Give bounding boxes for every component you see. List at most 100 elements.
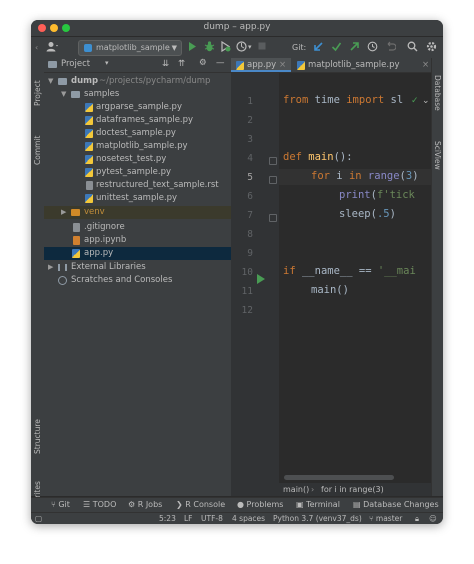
commit-tool-tab[interactable]: Commit	[33, 136, 42, 165]
breadcrumb: main() › for i in range(3)	[279, 483, 431, 496]
r-jobs-tool-button[interactable]: ⚙ R Jobs	[128, 500, 162, 509]
cursor-position[interactable]: 5:23	[159, 514, 176, 523]
problems-tool-button[interactable]: ● Problems	[237, 500, 283, 509]
right-tool-strip: Database SciView	[431, 58, 443, 496]
python-file-icon	[85, 155, 93, 164]
line-number: 11	[241, 286, 253, 297]
structure-tool-tab[interactable]: Structure	[33, 419, 42, 454]
history-icon[interactable]	[367, 41, 378, 54]
breadcrumb-item[interactable]: main()	[283, 483, 309, 496]
tree-item-file[interactable]: unittest_sample.py	[44, 192, 231, 205]
code-line-10: if __name__ == '__mai	[283, 265, 416, 277]
tree-item-file[interactable]: .gitignore	[44, 221, 231, 234]
code-editor[interactable]: ✓ ⌄ from time import sl def main(): for …	[279, 73, 431, 496]
tree-item-venv[interactable]: ▶ venv	[44, 206, 231, 219]
fold-marker-icon[interactable]	[269, 157, 277, 165]
sciview-tool-tab[interactable]: SciView	[433, 141, 442, 170]
status-bar: ▢ 5:23 LF UTF-8 4 spaces Python 3.7 (ven…	[31, 512, 443, 524]
tab-label: matplotlib_sample.py	[308, 60, 400, 70]
project-tree: ▼ dump ~/projects/pycharm/dump ▼ samples…	[44, 73, 231, 496]
chevron-down-icon[interactable]: ▼	[61, 88, 66, 101]
collapse-all-icon[interactable]: ⇈	[178, 59, 185, 69]
coverage-icon[interactable]	[220, 40, 231, 54]
file-encoding[interactable]: UTF-8	[201, 514, 223, 523]
tree-item-file[interactable]: app.ipynb	[44, 234, 231, 247]
event-log-icon[interactable]: ☺	[429, 514, 437, 523]
scratches-icon	[58, 276, 67, 285]
file-label: nosetest_test.py	[96, 154, 167, 164]
project-tool-tab[interactable]: Project	[33, 80, 42, 106]
chevron-right-icon[interactable]: ▶	[61, 206, 66, 219]
r-console-tool-button[interactable]: ❯ R Console	[176, 500, 225, 509]
tree-item-scratches[interactable]: Scratches and Consoles	[44, 274, 231, 287]
close-tab-icon[interactable]: ×	[279, 58, 286, 72]
tree-item-dump-root[interactable]: ▼ dump ~/projects/pycharm/dump	[44, 75, 231, 88]
tree-item-file-selected[interactable]: app.py	[44, 247, 231, 260]
user-icon[interactable]	[46, 41, 58, 54]
gear-icon[interactable]: ⚙	[199, 58, 207, 68]
lock-icon[interactable]: 🔒︎	[415, 514, 419, 524]
tree-item-file[interactable]: pytest_sample.py	[44, 166, 231, 179]
python-file-icon	[297, 61, 305, 70]
more-run-options-icon[interactable]: ▾	[248, 41, 252, 54]
breadcrumb-item[interactable]: for i in range(3)	[321, 483, 384, 496]
tree-item-file[interactable]: dataframes_sample.py	[44, 114, 231, 127]
tab-app-py[interactable]: app.py ×	[231, 58, 291, 72]
git-commit-icon[interactable]	[331, 41, 342, 54]
tree-item-file[interactable]: restructured_text_sample.rst	[44, 179, 231, 192]
tree-item-file[interactable]: argparse_sample.py	[44, 101, 231, 114]
editor-tab-bar: app.py × matplotlib_sample.py ×	[231, 58, 431, 73]
tree-item-file[interactable]: doctest_sample.py	[44, 127, 231, 140]
toggle-tool-windows-icon[interactable]: ▢	[35, 514, 42, 523]
inspection-ok-icon[interactable]: ✓	[411, 96, 419, 106]
file-label: argparse_sample.py	[96, 102, 182, 112]
back-icon[interactable]: ‹	[35, 41, 38, 54]
window-title: dump – app.py	[203, 22, 271, 32]
horizontal-scrollbar[interactable]	[284, 475, 394, 480]
run-icon[interactable]	[188, 41, 197, 54]
git-push-icon[interactable]	[349, 41, 360, 54]
hide-panel-icon[interactable]: —	[216, 58, 225, 68]
rollback-icon[interactable]	[385, 41, 397, 54]
git-branch[interactable]: ⑂ master	[369, 514, 402, 523]
run-gutter-icon[interactable]	[257, 269, 265, 288]
todo-tool-button[interactable]: ☰ TODO	[83, 500, 116, 509]
chevron-down-icon[interactable]: ⌄	[422, 96, 430, 106]
code-line-7: sleep(.5)	[339, 208, 396, 220]
line-separator[interactable]: LF	[184, 514, 193, 523]
database-tool-tab[interactable]: Database	[433, 75, 442, 111]
database-icon: ▤	[353, 500, 361, 509]
python-interpreter[interactable]: Python 3.7 (venv37_ds)	[273, 514, 362, 523]
indent-setting[interactable]: 4 spaces	[232, 514, 265, 523]
tree-item-file[interactable]: matplotlib_sample.py	[44, 140, 231, 153]
run-configuration-select[interactable]: matplotlib_sample ▼	[78, 40, 182, 56]
database-changes-tool-button[interactable]: ▤ Database Changes	[353, 500, 439, 509]
close-tab-icon[interactable]: ×	[422, 58, 429, 72]
stop-icon[interactable]	[257, 41, 267, 54]
project-view-label[interactable]: Project	[61, 59, 90, 69]
terminal-tool-button[interactable]: ▣ Terminal	[296, 500, 340, 509]
chevron-down-icon[interactable]: ▾	[105, 59, 109, 67]
chevron-down-icon[interactable]: ▼	[48, 75, 53, 88]
line-number-current: 5	[247, 172, 253, 183]
tab-matplotlib-sample[interactable]: matplotlib_sample.py ×	[293, 58, 431, 72]
file-label: doctest_sample.py	[96, 128, 176, 138]
settings-gear-icon[interactable]	[426, 41, 437, 54]
expand-all-icon[interactable]: ⇊	[162, 59, 169, 69]
chevron-right-icon[interactable]: ▶	[48, 261, 53, 274]
profile-icon[interactable]	[236, 41, 247, 54]
main-toolbar: ‹ matplotlib_sample ▼ ▾ Git:	[31, 37, 443, 59]
tree-item-file[interactable]: nosetest_test.py	[44, 153, 231, 166]
tree-root-name: dump	[71, 76, 99, 86]
file-label: app.ipynb	[84, 235, 127, 245]
fold-marker-icon[interactable]	[269, 176, 277, 184]
file-label: .gitignore	[84, 222, 125, 232]
code-line-11: main()	[311, 284, 349, 296]
tree-item-external-libraries[interactable]: ▶ External Libraries	[44, 261, 231, 274]
git-tool-button[interactable]: ⑂ Git	[51, 500, 70, 509]
git-update-icon[interactable]	[313, 41, 324, 54]
debug-icon[interactable]	[204, 41, 215, 54]
fold-marker-icon[interactable]	[269, 214, 277, 222]
search-icon[interactable]	[407, 41, 418, 54]
tree-item-samples[interactable]: ▼ samples	[44, 88, 231, 101]
